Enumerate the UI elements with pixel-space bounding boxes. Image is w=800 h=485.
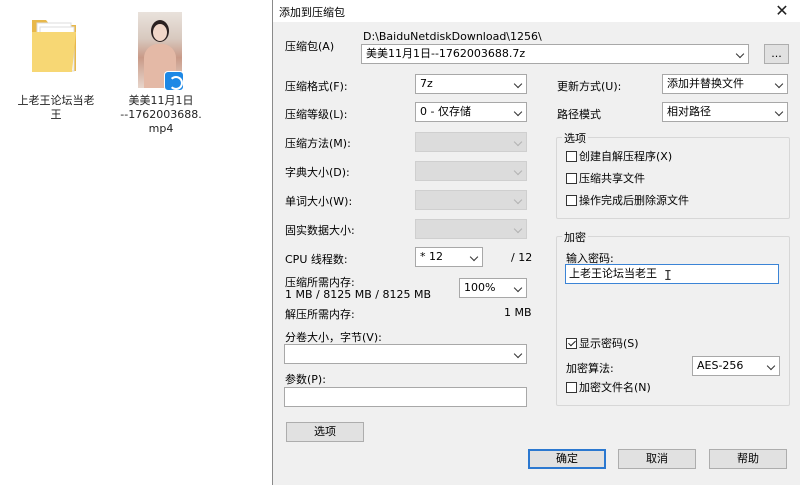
checkbox-box xyxy=(566,151,577,162)
chevron-down-icon xyxy=(513,224,523,234)
encryption-method-label: 加密算法: xyxy=(566,362,614,375)
video-player-icon xyxy=(164,71,184,91)
update-value: 添加并替换文件 xyxy=(667,77,744,90)
ok-button[interactable]: 确定 xyxy=(528,449,606,469)
mem-decompress-value: 1 MB xyxy=(504,306,532,319)
dict-label: 字典大小(D): xyxy=(285,166,350,179)
chevron-down-icon xyxy=(513,107,523,117)
level-select[interactable]: 0 - 仅存储 xyxy=(415,102,527,122)
options-group-title: 选项 xyxy=(562,130,588,146)
method-label: 压缩方法(M): xyxy=(285,137,351,150)
checkbox-box xyxy=(566,195,577,206)
password-value: 上老王论坛当老王 xyxy=(569,267,657,280)
format-label: 压缩格式(F): xyxy=(285,80,348,93)
solid-label: 固实数据大小: xyxy=(285,224,355,237)
params-input[interactable] xyxy=(284,387,527,407)
mem-percent-select[interactable]: 100% xyxy=(459,278,527,298)
dialog-title: 添加到压缩包 xyxy=(279,6,345,19)
method-select[interactable] xyxy=(415,132,527,152)
chevron-down-icon xyxy=(735,49,745,59)
mem-compress-detail: 1 MB / 8125 MB / 8125 MB xyxy=(285,288,431,301)
encrypt-filenames-label: 加密文件名(N) xyxy=(579,381,651,394)
chevron-down-icon xyxy=(766,361,776,371)
delete-label: 操作完成后删除源文件 xyxy=(579,194,689,207)
archive-path: D:\BaiduNetdiskDownload\1256\ xyxy=(363,30,542,43)
cancel-button[interactable]: 取消 xyxy=(618,449,696,469)
chevron-down-icon xyxy=(774,79,784,89)
sfx-checkbox[interactable]: 创建自解压程序(X) xyxy=(566,150,672,163)
shared-files-checkbox[interactable]: 压缩共享文件 xyxy=(566,172,645,185)
path-mode-select[interactable]: 相对路径 xyxy=(662,102,788,122)
word-label: 单词大小(W): xyxy=(285,195,353,208)
dict-select[interactable] xyxy=(415,161,527,181)
chevron-down-icon xyxy=(513,195,523,205)
show-password-checkbox[interactable]: 显示密码(S) xyxy=(566,337,639,350)
volume-label: 分卷大小，字节(V): xyxy=(285,331,382,344)
encryption-method-value: AES-256 xyxy=(697,359,744,372)
word-select[interactable] xyxy=(415,190,527,210)
cpu-label: CPU 线程数: xyxy=(285,253,348,266)
archive-name-value: 美美11月1日--1762003688.7z xyxy=(366,47,526,60)
desktop: 上老王论坛当老 王 美美11月1日 --1762003688. mp4 xyxy=(0,0,270,485)
sfx-label: 创建自解压程序(X) xyxy=(579,150,673,163)
cpu-select[interactable]: * 12 xyxy=(415,247,483,267)
shared-label: 压缩共享文件 xyxy=(579,172,645,185)
checkbox-box xyxy=(566,173,577,184)
encrypt-filenames-checkbox[interactable]: 加密文件名(N) xyxy=(566,381,651,394)
options-button[interactable]: 选项 xyxy=(286,422,364,442)
close-icon[interactable]: ✕ xyxy=(771,1,793,21)
folder-label: 上老王论坛当老 王 xyxy=(17,94,95,121)
path-mode-label: 路径模式 xyxy=(557,108,601,121)
chevron-down-icon xyxy=(513,166,523,176)
level-label: 压缩等级(L): xyxy=(285,108,348,121)
chevron-down-icon xyxy=(513,349,523,359)
solid-select[interactable] xyxy=(415,219,527,239)
chevron-down-icon xyxy=(513,283,523,293)
encryption-method-select[interactable]: AES-256 xyxy=(692,356,780,376)
title-bar: 添加到压缩包 ✕ xyxy=(273,0,800,22)
checkbox-box xyxy=(566,338,577,349)
update-select[interactable]: 添加并替换文件 xyxy=(662,74,788,94)
help-button[interactable]: 帮助 xyxy=(709,449,787,469)
cpu-total: / 12 xyxy=(511,251,533,264)
add-to-archive-dialog: 添加到压缩包 ✕ 压缩包(A) D:\BaiduNetdiskDownload\… xyxy=(272,0,800,485)
chevron-down-icon xyxy=(513,79,523,89)
params-label: 参数(P): xyxy=(285,373,326,386)
delete-source-checkbox[interactable]: 操作完成后删除源文件 xyxy=(566,194,689,207)
level-value: 0 - 仅存储 xyxy=(420,105,471,118)
show-password-label: 显示密码(S) xyxy=(579,337,639,350)
format-select[interactable]: 7z xyxy=(415,74,527,94)
path-mode-value: 相对路径 xyxy=(667,105,711,118)
browse-button[interactable]: ... xyxy=(764,44,789,64)
password-input[interactable]: 上老王论坛当老王 xyxy=(565,264,779,284)
archive-name-combo[interactable]: 美美11月1日--1762003688.7z xyxy=(361,44,749,64)
mem-decompress-label: 解压所需内存: xyxy=(285,308,355,321)
chevron-down-icon xyxy=(513,137,523,147)
volume-select[interactable] xyxy=(284,344,527,364)
video-label: 美美11月1日 --1762003688. mp4 xyxy=(120,94,202,135)
encryption-group-title: 加密 xyxy=(562,229,588,245)
chevron-down-icon xyxy=(774,107,784,117)
mem-percent-value: 100% xyxy=(464,281,496,294)
update-label: 更新方式(U): xyxy=(557,80,622,93)
folder-icon xyxy=(32,20,76,72)
format-value: 7z xyxy=(420,77,433,90)
text-cursor-icon: I xyxy=(664,269,672,284)
checkbox-box xyxy=(566,382,577,393)
archive-label: 压缩包(A) xyxy=(285,40,335,53)
cpu-value: * 12 xyxy=(420,250,443,263)
chevron-down-icon xyxy=(469,252,479,262)
